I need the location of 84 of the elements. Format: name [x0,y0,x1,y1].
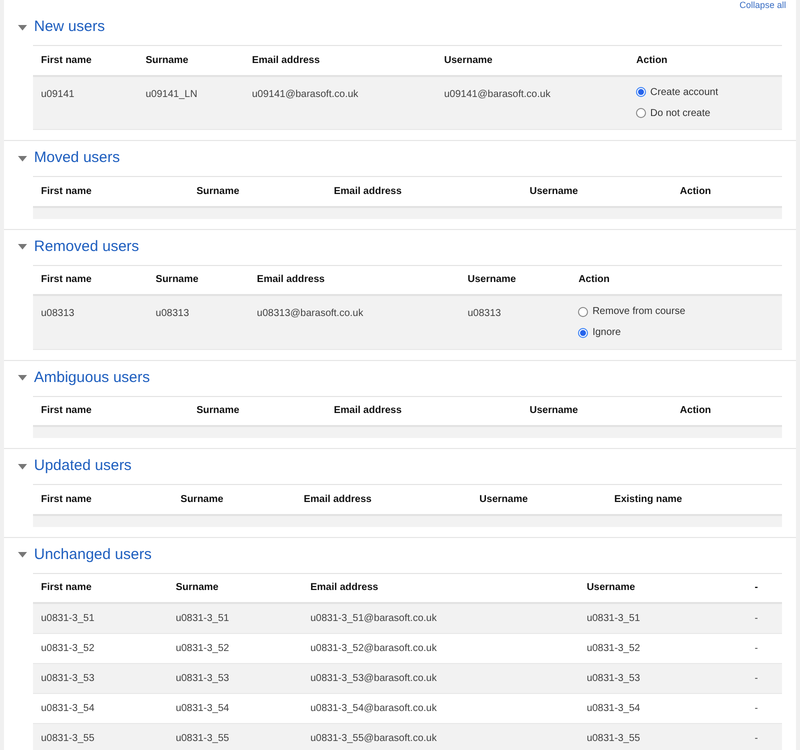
column-header: Action [680,405,712,416]
radio-button[interactable] [578,306,588,316]
table-cell: u0831-3_52 [41,642,94,654]
table-cell: u0831-3_51 [41,612,94,624]
radio-label[interactable]: Do not create [650,106,710,120]
caret-icon[interactable] [18,375,27,381]
section-title[interactable]: Unchanged users [34,544,152,566]
column-header: Username [530,186,578,197]
table-cell: - [754,612,758,624]
column-header: Action [636,54,668,66]
radio-label[interactable]: Create account [650,84,718,100]
table-cell: u0831-3_51 [176,612,230,624]
table-cell: u0831-3_55 [41,732,94,744]
caret-icon[interactable] [18,24,27,30]
column-header: Surname [196,186,240,197]
column-header: Surname [146,54,188,66]
column-header: Action [578,274,610,286]
table-cell: u09141@barasoft.co.uk [252,88,358,100]
column-header: First name [41,274,92,286]
column-header: First name [41,54,92,66]
caret-icon[interactable] [18,244,27,250]
section-title[interactable]: Moved users [34,147,120,170]
table-cell: u0831-3_55 [176,732,230,744]
table-cell: u0831-3_53@barasoft.co.uk [310,672,437,684]
column-header: Username [479,494,528,505]
column-header: - [754,582,758,594]
column-header: Surname [196,405,240,416]
column-header: First name [41,582,92,594]
caret-icon[interactable] [18,552,27,558]
table-cell: u08313@barasoft.co.uk [256,308,364,319]
table-cell: u0831-3_51@barasoft.co.uk [310,612,437,624]
table-cell: u0831-3_55@barasoft.co.uk [310,732,437,744]
column-header: Email address [304,494,372,505]
column-header: Email address [334,405,402,416]
table-cell: u0831-3_54@barasoft.co.uk [310,702,437,714]
table-cell: u09141 [41,88,74,100]
column-header: Email address [256,274,325,286]
column-header: Username [530,405,578,416]
table-cell: u0831-3_53 [41,672,94,684]
column-header: Surname [176,582,218,594]
table-cell: u0831-3_54 [41,702,94,714]
table-cell: u0831-3_53 [586,672,640,684]
column-header: Email address [334,186,402,197]
table-cell: u0831-3_54 [176,702,230,714]
radio-button[interactable] [636,108,646,118]
column-header: First name [41,494,92,505]
table-cell: u08313 [468,308,501,319]
table-cell: - [754,732,758,744]
table-cell: u0831-3_51 [586,612,640,624]
column-header: Surname [156,274,198,286]
caret-icon[interactable] [18,156,27,162]
table-cell: u0831-3_52 [586,642,640,654]
column-header: Username [444,54,492,66]
table-cell: - [754,642,758,654]
table-cell: u09141@barasoft.co.uk [444,88,550,100]
table-cell: u08313 [41,308,74,319]
table-cell: - [754,702,758,714]
table-cell: - [754,672,758,684]
column-header: Username [468,274,516,286]
table-cell: u0831-3_55 [586,732,640,744]
column-header: Existing name [614,494,682,505]
caret-icon[interactable] [18,464,27,470]
table-cell: u0831-3_52@barasoft.co.uk [310,642,437,654]
table-cell: u08313 [156,308,190,319]
column-header: Surname [180,494,224,505]
column-header: First name [41,186,92,197]
radio-label[interactable]: Ignore [592,325,621,340]
table-cell: u0831-3_52 [176,642,230,654]
column-header: Email address [252,54,320,66]
section-title[interactable]: Updated users [34,455,132,478]
radio-button[interactable] [578,328,588,338]
radio-label[interactable]: Remove from course [592,304,686,319]
table-cell: u09141_LN [146,88,198,100]
column-header: Action [680,186,712,197]
column-header: Username [586,582,636,594]
table-cell: u0831-3_54 [586,702,640,714]
column-header: Email address [310,582,378,594]
section-title[interactable]: Removed users [34,236,140,258]
section-title[interactable]: New users [34,16,105,39]
collapse-all-link[interactable]: Collapse all [739,0,786,10]
radio-button[interactable] [636,87,646,97]
section-title[interactable]: Ambiguous users [34,366,150,390]
column-header: First name [41,405,92,416]
table-cell: u0831-3_53 [176,672,230,684]
